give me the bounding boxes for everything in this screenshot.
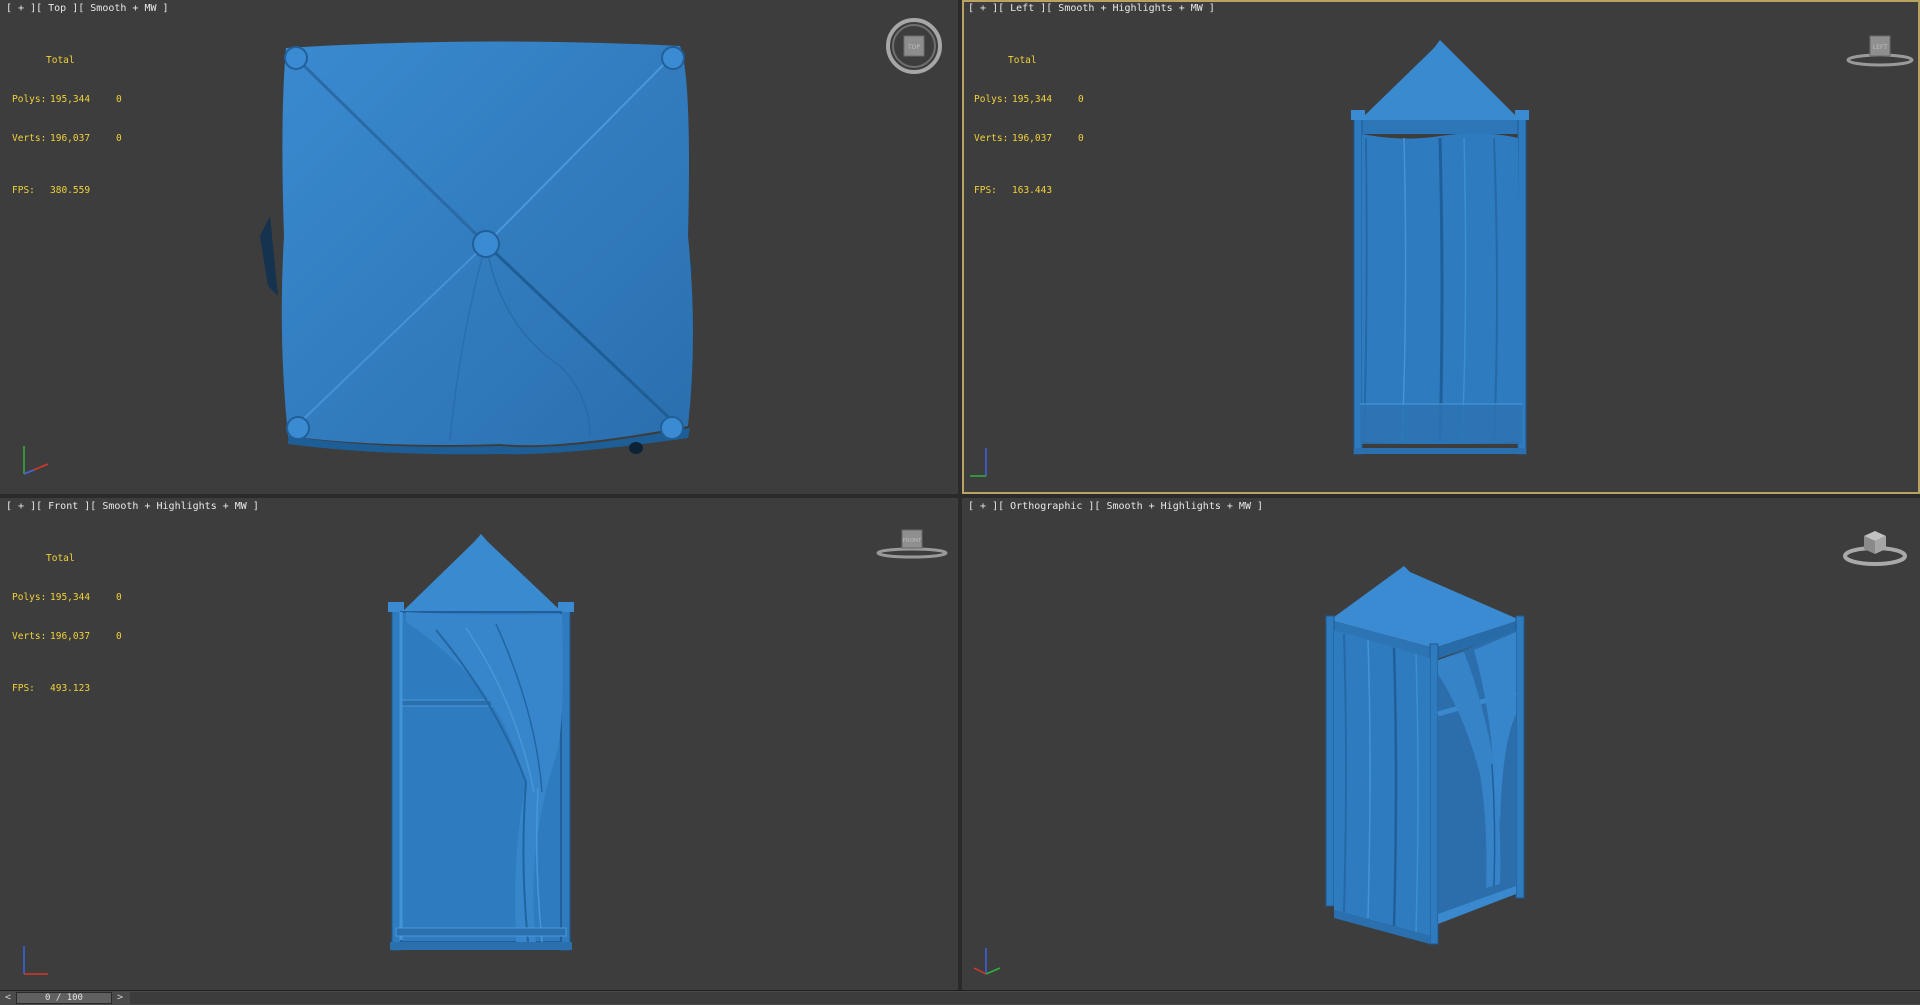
viewport-label-left[interactable]: [ + ][ Left ][ Smooth + Highlights + MW … [968,3,1215,14]
fps-value: 493.123 [50,683,91,694]
viewport-label-orthographic[interactable]: [ + ][ Orthographic ][ Smooth + Highligh… [968,501,1263,512]
viewcube-face-label: FRONT [903,538,922,544]
fps-label: FPS: [12,683,35,694]
viewport-front[interactable]: [ + ][ Front ][ Smooth + Highlights + MW… [0,498,958,990]
verts-label: Verts: [12,631,47,642]
verts-value: 196,037 [50,133,91,144]
polys-label: Polys: [974,94,1009,105]
verts-value: 196,037 [50,631,91,642]
tent-model-left-view[interactable] [1344,38,1540,458]
axis-tripod-icon [23,446,49,475]
verts-selected: 0 [1078,133,1084,144]
viewport-stats: Total Polys: 195,344 0 Verts: 196,037 0 FPS:… [974,28,1090,223]
tent-model-front-view[interactable] [376,532,580,956]
verts-value: 196,037 [1012,133,1053,144]
arrow-left-icon[interactable]: < [2,992,14,1004]
polys-value: 195,344 [50,592,91,603]
polys-selected: 0 [1078,94,1084,105]
axis-tripod-icon [970,448,987,477]
verts-selected: 0 [116,133,122,144]
viewport-label-top[interactable]: [ + ][ Top ][ Smooth + MW ] [6,3,169,14]
max-viewport-layout: [ + ][ Top ][ Smooth + MW ] Total Polys:… [0,0,1920,1005]
fps-label: FPS: [12,185,35,196]
tent-model-orthographic-view[interactable] [1324,564,1530,948]
viewport-label-front[interactable]: [ + ][ Front ][ Smooth + Highlights + MW… [6,501,259,512]
polys-label: Polys: [12,94,47,105]
fps-label: FPS: [974,185,997,196]
time-slider-track[interactable] [130,992,1920,1004]
stats-header: Total [46,55,75,66]
viewport-stats: Total Polys: 195,344 0 Verts: 196,037 0 FPS:… [12,28,128,223]
viewport-top[interactable]: [ + ][ Top ][ Smooth + MW ] Total Polys:… [0,0,958,494]
arrow-right-icon[interactable]: > [114,992,126,1004]
verts-label: Verts: [974,133,1009,144]
stats-header: Total [46,553,75,564]
viewport-stats: Total Polys: 195,344 0 Verts: 196,037 0 FPS:… [12,526,128,721]
viewcube-icon[interactable]: TOP [886,18,942,74]
axis-tripod-icon [973,948,1001,975]
verts-selected: 0 [116,631,122,642]
fps-value: 380.559 [50,185,91,196]
viewport-orthographic[interactable]: [ + ][ Orthographic ][ Smooth + Highligh… [962,498,1920,990]
viewcube-face-label: LEFT [1873,44,1887,51]
axis-tripod-icon [23,946,48,975]
polys-value: 195,344 [50,94,91,105]
time-slider-thumb[interactable]: 0 / 100 [16,992,112,1004]
time-slider-bar: < 0 / 100 > [0,990,1920,1005]
tent-model-top-view[interactable] [260,36,700,460]
verts-label: Verts: [12,133,47,144]
polys-value: 195,344 [1012,94,1053,105]
stats-header: Total [1008,55,1037,66]
fps-value: 163.443 [1012,185,1053,196]
polys-selected: 0 [116,592,122,603]
viewcube-icon[interactable] [1842,518,1908,570]
viewcube-icon[interactable]: LEFT [1846,22,1914,70]
polys-selected: 0 [116,94,122,105]
viewcube-face-label: TOP [907,44,920,51]
viewcube-icon[interactable]: FRONT [876,526,948,562]
viewport-left[interactable]: [ + ][ Left ][ Smooth + Highlights + MW … [962,0,1920,494]
polys-label: Polys: [12,592,47,603]
